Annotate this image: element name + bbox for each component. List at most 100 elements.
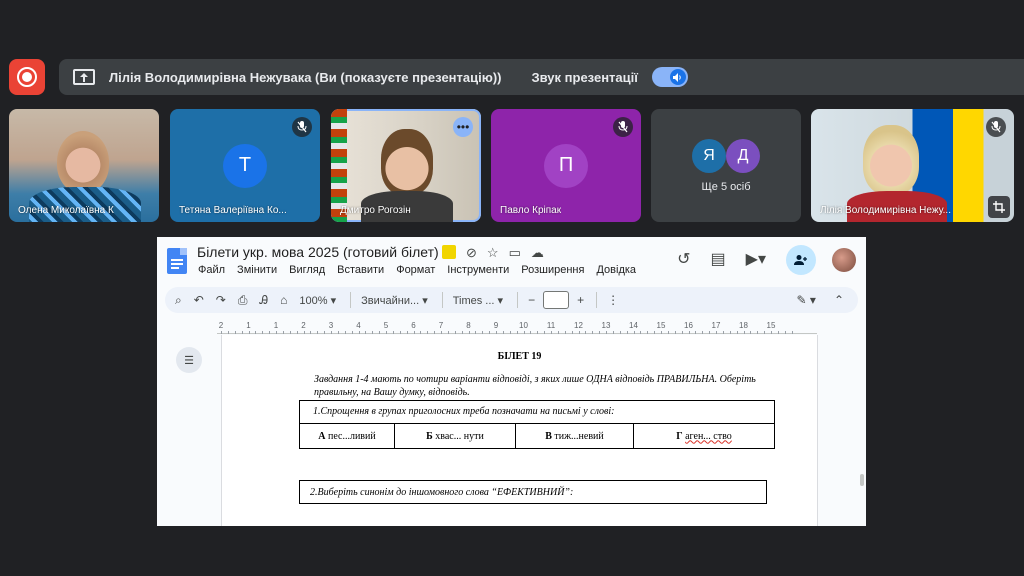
question-1: 1.Спрощення в групах приголосних треба п… bbox=[299, 400, 775, 424]
ruler-label: 4 bbox=[356, 321, 361, 330]
menu-tools[interactable]: Інструменти bbox=[447, 264, 509, 276]
security-icon[interactable]: ⊘ bbox=[466, 246, 477, 259]
ruler-label: 13 bbox=[601, 321, 611, 330]
ruler-tick bbox=[296, 331, 298, 334]
editing-mode-icon[interactable]: ✎ ▾ bbox=[797, 293, 816, 307]
zoom-select[interactable]: 100% ▾ bbox=[299, 294, 336, 307]
ruler-tick bbox=[640, 331, 642, 334]
ruler-tick bbox=[262, 331, 264, 334]
version-history-icon[interactable]: ↺ bbox=[677, 252, 690, 268]
participant-name: Павло Кріпак bbox=[500, 205, 562, 216]
ruler-tick bbox=[667, 331, 669, 334]
ruler-tick bbox=[557, 331, 559, 334]
option-text: аген... ство bbox=[685, 430, 732, 442]
ruler-tick bbox=[372, 331, 374, 334]
redo-icon[interactable]: ↷ bbox=[216, 294, 226, 306]
option-letter: А bbox=[318, 430, 326, 442]
more-options-icon[interactable]: ••• bbox=[453, 117, 473, 137]
option-text: тиж...невий bbox=[554, 430, 604, 442]
collapse-menus-icon[interactable]: ⌃ bbox=[834, 293, 844, 307]
undo-icon[interactable]: ↶ bbox=[194, 294, 204, 306]
option-c: В тиж...невий bbox=[516, 424, 634, 448]
ruler-tick bbox=[564, 331, 566, 334]
ruler-tick bbox=[757, 331, 759, 334]
ruler-tick bbox=[736, 331, 738, 334]
meet-camera-icon[interactable]: ▶▾ bbox=[746, 252, 766, 268]
task-instructions: Завдання 1-4 мають по чотири варіанти ві… bbox=[314, 374, 756, 398]
ruler-label: 9 bbox=[493, 321, 499, 330]
menu-file[interactable]: Файл bbox=[198, 264, 225, 276]
ruler-tick bbox=[702, 331, 704, 334]
ruler-tick bbox=[227, 331, 229, 334]
recording-button[interactable] bbox=[9, 59, 45, 95]
participant-avatar: Я bbox=[692, 139, 726, 173]
decrease-font-size-icon[interactable]: − bbox=[528, 294, 535, 306]
docs-header: Білети укр. мова 2025 (готовий білет) ⊘ … bbox=[157, 237, 866, 285]
ruler-tick bbox=[654, 331, 656, 334]
cloud-status-icon[interactable]: ☁ bbox=[531, 246, 544, 259]
ruler-tick bbox=[303, 331, 305, 334]
ruler-tick bbox=[709, 331, 711, 334]
ruler-tick bbox=[379, 331, 381, 334]
font-size-input[interactable] bbox=[543, 291, 570, 309]
toolbar-divider bbox=[441, 292, 443, 308]
participant-tile[interactable]: Олена Миколаївна К bbox=[9, 109, 159, 222]
participant-tile-active[interactable]: ••• Дмитро Рогозін bbox=[331, 109, 481, 222]
ruler-tick bbox=[234, 331, 236, 334]
menu-format[interactable]: Формат bbox=[396, 264, 435, 276]
ruler-tick bbox=[427, 331, 429, 334]
ruler-tick bbox=[674, 331, 676, 334]
document-title[interactable]: Білети укр. мова 2025 (готовий білет) bbox=[197, 244, 439, 260]
ruler-tick bbox=[599, 331, 601, 334]
participant-name: Лілія Володимирівна Нежу... bbox=[820, 205, 951, 216]
move-folder-icon[interactable]: ▭ bbox=[509, 246, 521, 259]
print-icon[interactable]: ⎙ bbox=[238, 294, 248, 306]
ruler-tick bbox=[406, 331, 408, 334]
spellcheck-icon[interactable]: Ꭿ bbox=[259, 294, 268, 306]
more-tools-icon[interactable]: ⋮ bbox=[607, 294, 619, 306]
participant-avatar: Д bbox=[726, 139, 760, 173]
document-outline-icon[interactable]: ☰ bbox=[176, 347, 202, 373]
ruler-tick bbox=[241, 331, 243, 334]
user-avatar[interactable] bbox=[832, 248, 856, 272]
document-page[interactable]: БІЛЕТ 19 Завдання 1-4 мають по чотири ва… bbox=[221, 335, 818, 526]
comments-icon[interactable]: ▤ bbox=[711, 252, 726, 268]
participant-tile[interactable]: Т Тетяна Валеріївна Ко... bbox=[170, 109, 320, 222]
search-menus-icon[interactable]: ⌕ bbox=[175, 294, 182, 306]
menu-insert[interactable]: Вставити bbox=[337, 264, 384, 276]
ruler-tick bbox=[289, 331, 291, 334]
menu-extensions[interactable]: Розширення bbox=[521, 264, 584, 276]
toolbar-divider bbox=[350, 292, 352, 308]
participant-tile[interactable]: П Павло Кріпак bbox=[491, 109, 641, 222]
ruler-tick bbox=[743, 331, 745, 334]
ruler-label: 15 bbox=[766, 321, 776, 330]
paint-format-icon[interactable]: ⌂ bbox=[280, 294, 287, 306]
menu-view[interactable]: Вигляд bbox=[289, 264, 325, 276]
option-letter: В bbox=[545, 430, 552, 442]
ruler-tick bbox=[523, 331, 525, 334]
paragraph-style-select[interactable]: Звичайни... ▾ bbox=[361, 294, 428, 307]
ruler: 2 1 1 2 3 4 5 6 7 8 9 10 11 12 13 14 15 16 17 18 15 bbox=[217, 320, 817, 334]
highlight-tag-icon[interactable] bbox=[442, 245, 456, 259]
increase-font-size-icon[interactable]: + bbox=[577, 294, 584, 306]
font-select[interactable]: Times ... ▾ bbox=[453, 294, 503, 307]
ruler-label: 2 bbox=[218, 321, 224, 330]
crop-frame-icon[interactable] bbox=[988, 196, 1010, 218]
ruler-tick bbox=[681, 331, 683, 334]
presenting-title: Лілія Володимирівна Нежувака (Ви (показу… bbox=[109, 69, 502, 85]
share-add-person-button[interactable] bbox=[786, 245, 816, 275]
vertical-scrollbar[interactable] bbox=[860, 474, 864, 486]
more-participants-tile[interactable]: Я Д Ще 5 осіб bbox=[651, 109, 801, 222]
participant-tile[interactable]: Лілія Володимирівна Нежу... bbox=[811, 109, 1014, 222]
ruler-tick bbox=[482, 331, 484, 334]
presentation-sound-toggle[interactable] bbox=[651, 67, 688, 87]
menu-help[interactable]: Довідка bbox=[596, 264, 636, 276]
ruler-tick bbox=[282, 331, 284, 334]
ruler-tick bbox=[441, 331, 442, 334]
ruler-tick bbox=[475, 331, 477, 334]
ruler-label: 17 bbox=[711, 321, 721, 330]
ruler-tick bbox=[276, 331, 277, 334]
star-icon[interactable]: ☆ bbox=[487, 246, 499, 259]
menu-edit[interactable]: Змінити bbox=[237, 264, 277, 276]
zoom-value: 100% bbox=[299, 294, 328, 307]
